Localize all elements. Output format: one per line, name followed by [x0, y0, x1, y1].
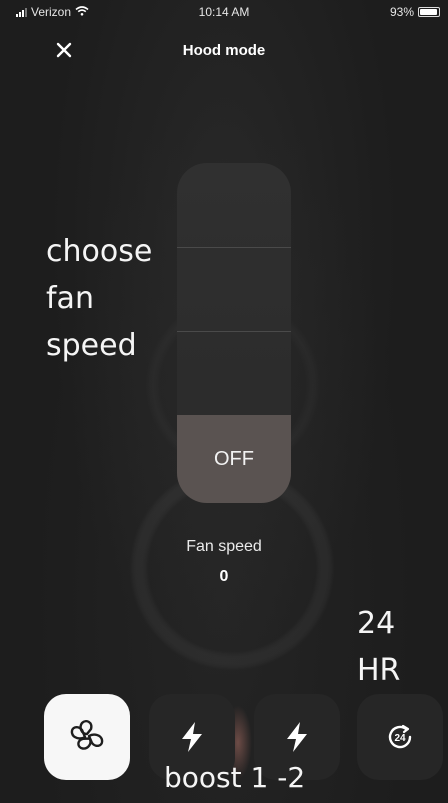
- annotation-choose-fan-speed: choose fan speed: [46, 234, 153, 363]
- battery-fill: [420, 9, 437, 15]
- battery-percent: 93%: [389, 5, 414, 19]
- status-right: 93%: [390, 5, 440, 19]
- status-time: 10:14 AM: [198, 5, 250, 19]
- timer-24-badge: 24: [394, 733, 406, 744]
- timer-24-icon: 24: [388, 724, 412, 749]
- fan-speed-label: Fan speed: [186, 538, 262, 555]
- fan-speed-value: 0: [219, 568, 229, 585]
- lightning-icon: [287, 722, 307, 752]
- fan-level-3[interactable]: [177, 163, 291, 247]
- fan-level-off[interactable]: OFF: [177, 415, 291, 503]
- lightning-icon: [182, 722, 202, 752]
- fan-level-2[interactable]: [177, 247, 291, 331]
- fan-level-1[interactable]: [177, 331, 291, 415]
- battery-icon: [418, 7, 440, 17]
- 24hr-mode-button[interactable]: 24: [357, 694, 443, 780]
- fan-mode-button[interactable]: [44, 694, 130, 780]
- annotation-boost: boost 1 -2: [164, 761, 306, 794]
- off-label: OFF: [214, 447, 254, 470]
- fan-icon: [70, 720, 104, 750]
- status-bar: Verizon 10:14 AM 93%: [0, 0, 448, 22]
- fan-speed-slider[interactable]: OFF: [177, 163, 291, 503]
- page-title: Hood mode: [182, 42, 266, 59]
- header: Hood mode: [0, 38, 448, 64]
